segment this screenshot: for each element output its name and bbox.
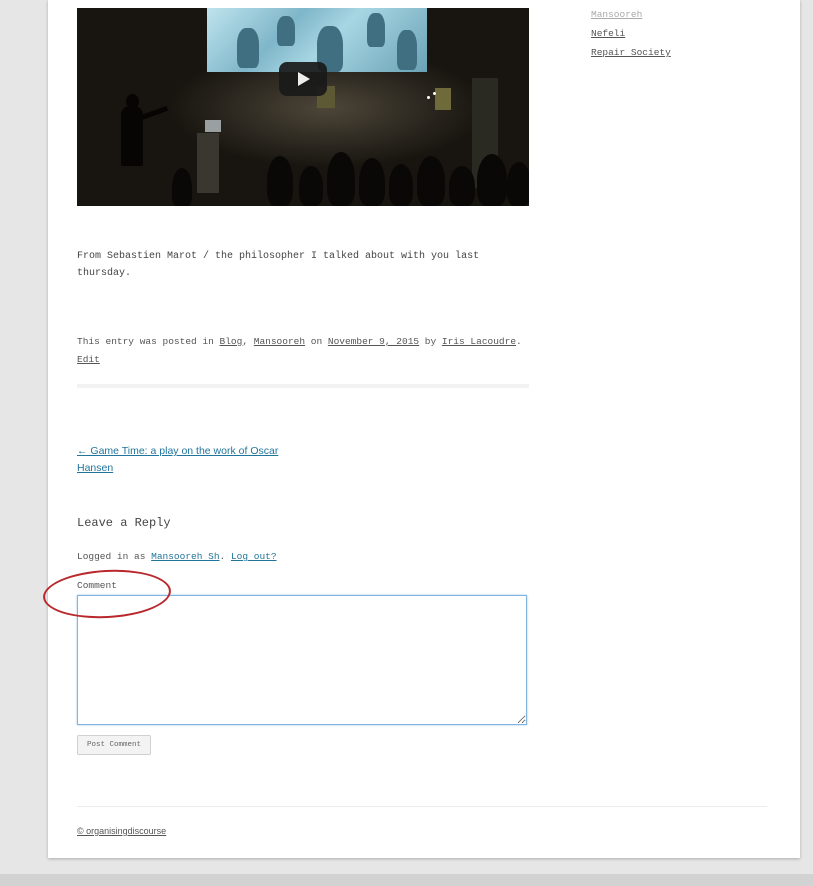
sidebar-link-mansooreh[interactable]: Mansooreh: [591, 5, 671, 24]
category-link-blog[interactable]: Blog: [220, 336, 243, 347]
logged-in-prefix: Logged in as: [77, 551, 152, 562]
light-dot: [427, 96, 430, 99]
audience-silhouettes: [77, 136, 529, 206]
post-date-link[interactable]: November 9, 2015: [328, 336, 419, 347]
meta-period: .: [516, 336, 522, 347]
page-bottom-band: [0, 874, 813, 886]
light-dot: [433, 92, 436, 95]
sidebar-link-repair-society[interactable]: Repair Society: [591, 43, 671, 62]
meta-by: by: [419, 336, 442, 347]
footer-credit-link[interactable]: © organisingdiscourse: [77, 826, 166, 836]
user-profile-link[interactable]: Mansooreh Sh: [151, 551, 219, 562]
sidebar-category-list: Mansooreh Nefeli Repair Society: [591, 5, 671, 62]
category-link-mansooreh[interactable]: Mansooreh: [254, 336, 305, 347]
logout-link[interactable]: Log out?: [231, 551, 277, 562]
video-play-button[interactable]: [279, 62, 327, 96]
logged-in-as: Logged in as Mansooreh Sh. Log out?: [77, 551, 277, 562]
comment-textarea[interactable]: [77, 595, 527, 725]
laptop: [205, 120, 221, 132]
author-link[interactable]: Iris Lacoudre: [442, 336, 516, 347]
post-comment-button[interactable]: Post Comment: [77, 735, 151, 755]
entry-meta: This entry was posted in Blog, Mansooreh…: [77, 333, 529, 369]
embedded-video[interactable]: [77, 8, 529, 206]
logged-in-separator: .: [219, 551, 231, 562]
wall-sign: [435, 88, 451, 110]
meta-prefix: This entry was posted in: [77, 336, 220, 347]
meta-comma: ,: [242, 336, 254, 347]
footer-divider: [77, 806, 767, 807]
sidebar-link-nefeli[interactable]: Nefeli: [591, 24, 671, 43]
reply-title: Leave a Reply: [77, 516, 171, 530]
previous-post-link[interactable]: ← Game Time: a play on the work of Oscar…: [77, 443, 307, 477]
meta-on: on: [305, 336, 328, 347]
entry-divider: [77, 384, 529, 388]
page-container: Mansooreh Nefeli Repair Society From Seb…: [48, 0, 800, 858]
entry-content: From Sebastien Marot / the philosopher I…: [77, 251, 480, 279]
speaker-arm: [138, 105, 169, 121]
edit-link[interactable]: Edit: [77, 354, 100, 365]
